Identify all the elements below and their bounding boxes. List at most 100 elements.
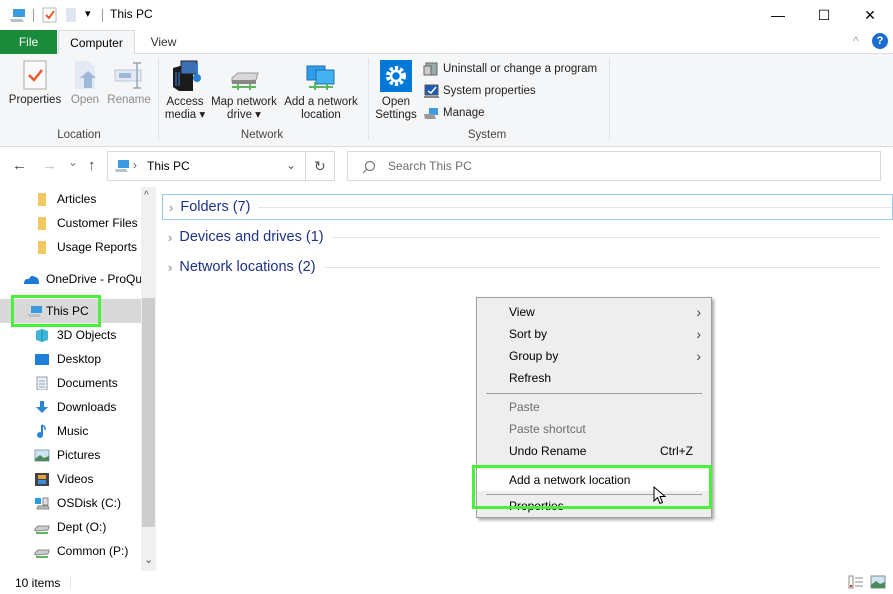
collapse-ribbon-icon[interactable]: ^ bbox=[853, 34, 859, 48]
computer-icon[interactable] bbox=[9, 8, 26, 23]
help-icon[interactable]: ? bbox=[872, 33, 888, 49]
new-folder-icon[interactable] bbox=[65, 7, 77, 23]
menu-item-paste-shortcut[interactable]: Paste shortcut bbox=[477, 418, 711, 440]
uninstall-program-button[interactable]: Uninstall or change a program bbox=[423, 60, 597, 78]
properties-icon[interactable] bbox=[42, 7, 57, 23]
system-properties-icon bbox=[424, 84, 439, 98]
expand-chevron-icon: › bbox=[168, 259, 173, 275]
open-icon bbox=[75, 61, 96, 89]
status-bar: 10 items bbox=[0, 571, 893, 594]
access-media-icon bbox=[173, 60, 201, 91]
large-icons-view-icon[interactable] bbox=[870, 575, 886, 589]
forward-button[interactable]: → bbox=[42, 157, 57, 174]
mouse-cursor-icon bbox=[653, 486, 667, 505]
folder-icon bbox=[38, 193, 46, 206]
group-label-location: Location bbox=[57, 129, 101, 141]
folder-icon bbox=[38, 217, 46, 230]
customize-dropdown-icon[interactable]: ▾ bbox=[85, 7, 91, 20]
sidebar-item-desktop[interactable]: Desktop bbox=[0, 347, 141, 371]
map-network-drive-button[interactable]: Map network drive ▾ bbox=[208, 60, 280, 122]
close-button[interactable]: ✕ bbox=[847, 0, 893, 30]
up-button[interactable]: ↑ bbox=[88, 157, 96, 174]
music-icon bbox=[37, 424, 46, 438]
submenu-arrow-icon: › bbox=[696, 326, 701, 342]
uninstall-program-icon bbox=[423, 62, 438, 76]
highlight-this-pc bbox=[11, 295, 101, 327]
menu-item-group-by[interactable]: Group by › bbox=[477, 345, 711, 367]
expand-chevron-icon: › bbox=[169, 199, 174, 215]
sidebar-item-common-drive[interactable]: Common (P:) bbox=[0, 539, 141, 563]
group-devices-and-drives[interactable]: › Devices and drives (1) bbox=[162, 224, 880, 250]
group-label-system: System bbox=[467, 129, 507, 141]
sidebar-item-usage-reports[interactable]: Usage Reports bbox=[0, 235, 141, 259]
pictures-icon bbox=[34, 449, 50, 462]
access-media-button[interactable]: Access media ▾ bbox=[163, 60, 207, 122]
sidebar-item-documents[interactable]: Documents bbox=[0, 371, 141, 395]
menu-item-refresh[interactable]: Refresh bbox=[477, 367, 711, 389]
sidebar-item-music[interactable]: Music bbox=[0, 419, 141, 443]
search-input[interactable]: Search This PC bbox=[388, 159, 472, 173]
highlight-add-network-location bbox=[472, 465, 712, 509]
search-box[interactable]: Search This PC bbox=[347, 151, 881, 181]
rename-button[interactable]: Rename bbox=[106, 60, 152, 107]
sidebar-item-videos[interactable]: Videos bbox=[0, 467, 141, 491]
item-count: 10 items bbox=[15, 576, 61, 590]
documents-icon bbox=[36, 376, 48, 390]
downloads-icon bbox=[36, 401, 48, 413]
group-network-locations[interactable]: › Network locations (2) bbox=[162, 254, 880, 280]
sidebar-item-customer-files[interactable]: Customer Files bbox=[0, 211, 141, 235]
back-button[interactable]: ← bbox=[12, 157, 27, 174]
properties-icon bbox=[23, 60, 47, 90]
manage-button[interactable]: Manage bbox=[423, 104, 485, 122]
tab-file[interactable]: File bbox=[0, 30, 57, 54]
maximize-button[interactable]: ☐ bbox=[801, 0, 847, 30]
group-folders[interactable]: › Folders (7) bbox=[162, 194, 893, 220]
rename-icon bbox=[114, 62, 142, 89]
minimize-button[interactable]: — bbox=[755, 0, 801, 30]
sidebar-item-articles[interactable]: Articles bbox=[0, 187, 141, 211]
sidebar-item-onedrive[interactable]: OneDrive - ProQu bbox=[0, 267, 141, 291]
separator bbox=[33, 9, 34, 22]
breadcrumb-separator: › bbox=[133, 158, 137, 172]
network-drive-icon bbox=[34, 549, 50, 558]
menu-item-undo-rename[interactable]: Undo Rename Ctrl+Z bbox=[477, 440, 711, 462]
open-settings-button[interactable]: Open Settings bbox=[373, 60, 419, 122]
breadcrumb-this-pc[interactable]: This PC bbox=[147, 159, 190, 173]
map-network-drive-icon bbox=[231, 72, 259, 90]
address-bar[interactable]: › This PC ⌄ ↻ bbox=[107, 151, 335, 181]
tab-view[interactable]: View bbox=[136, 30, 191, 54]
recent-locations-button[interactable]: ⌄ bbox=[68, 155, 78, 169]
separator bbox=[70, 575, 71, 589]
address-dropdown-icon[interactable]: ⌄ bbox=[286, 158, 296, 172]
menu-separator bbox=[486, 393, 702, 394]
scroll-down-icon[interactable]: ⌄ bbox=[144, 553, 153, 566]
menu-item-sort-by[interactable]: Sort by › bbox=[477, 323, 711, 345]
folder-icon bbox=[38, 241, 46, 254]
sidebar-item-dept-drive[interactable]: Dept (O:) bbox=[0, 515, 141, 539]
open-button[interactable]: Open bbox=[68, 60, 102, 107]
sidebar-item-pictures[interactable]: Pictures bbox=[0, 443, 141, 467]
ribbon: Properties Open Rename Location Access m… bbox=[0, 54, 893, 147]
system-properties-button[interactable]: System properties bbox=[423, 82, 536, 100]
separator bbox=[609, 58, 610, 140]
this-pc-icon bbox=[115, 160, 129, 172]
scroll-up-icon[interactable]: ^ bbox=[144, 190, 149, 201]
search-icon bbox=[362, 160, 376, 174]
menu-item-paste[interactable]: Paste bbox=[477, 396, 711, 418]
submenu-arrow-icon: › bbox=[696, 304, 701, 320]
add-network-location-button[interactable]: Add a network location bbox=[282, 60, 360, 122]
group-label-network: Network bbox=[240, 129, 284, 141]
tab-computer[interactable]: Computer bbox=[58, 30, 135, 55]
properties-button[interactable]: Properties bbox=[7, 60, 63, 107]
close-icon: ✕ bbox=[864, 6, 876, 23]
menu-item-view[interactable]: View › bbox=[477, 301, 711, 323]
sidebar-item-downloads[interactable]: Downloads bbox=[0, 395, 141, 419]
sidebar-item-os-disk[interactable]: OSDisk (C:) bbox=[0, 491, 141, 515]
group-divider bbox=[258, 206, 892, 208]
separator bbox=[305, 152, 306, 180]
group-divider bbox=[323, 266, 880, 268]
scrollbar-thumb[interactable] bbox=[142, 298, 155, 527]
details-view-icon[interactable] bbox=[848, 575, 864, 589]
refresh-button[interactable]: ↻ bbox=[314, 158, 326, 175]
3d-objects-icon bbox=[36, 329, 48, 342]
